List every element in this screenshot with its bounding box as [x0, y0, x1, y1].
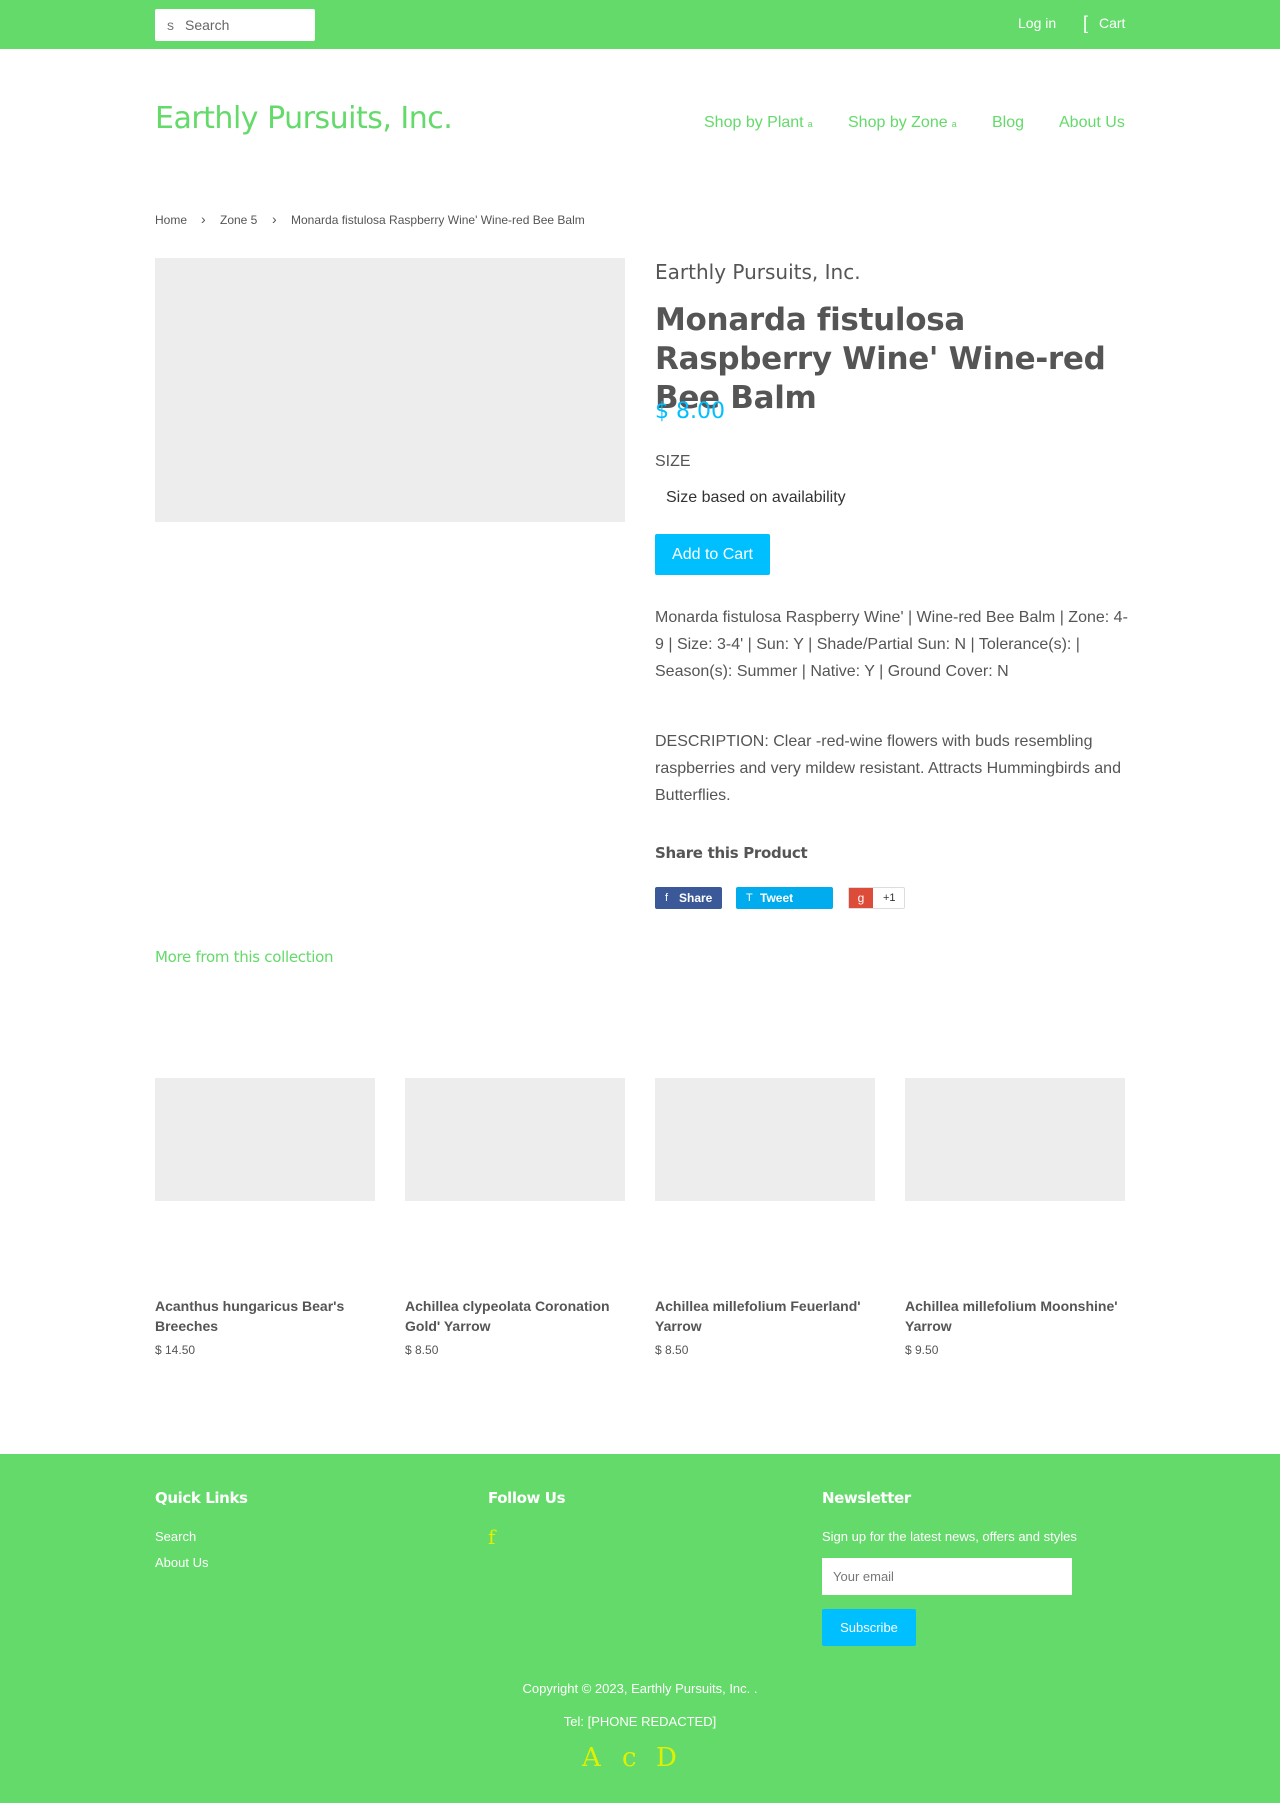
product-vendor: Earthly Pursuits, Inc.	[655, 260, 861, 284]
payment-icon: A	[582, 1743, 601, 1773]
chevron-down-icon: a	[951, 119, 957, 129]
share-label: Share	[679, 891, 713, 905]
breadcrumb-home[interactable]: Home	[155, 213, 187, 227]
subscribe-button[interactable]: Subscribe	[822, 1609, 916, 1646]
plus-one-count: +1	[883, 892, 896, 904]
product-card-price: $ 8.50	[405, 1343, 439, 1357]
product-card-name[interactable]: Achillea clypeolata Coronation Gold' Yar…	[405, 1296, 625, 1336]
google-plus-icon: g	[849, 888, 873, 908]
product-card-image[interactable]	[155, 1078, 375, 1201]
product-card-price: $ 8.50	[655, 1343, 689, 1357]
breadcrumb-zone[interactable]: Zone 5	[220, 213, 257, 227]
newsletter-heading: Newsletter	[822, 1489, 911, 1507]
google-plus-button[interactable]: g +1	[848, 887, 905, 909]
product-summary: Monarda fistulosa Raspberry Wine' | Wine…	[655, 609, 1128, 680]
product-card-name[interactable]: Achillea millefolium Moonshine' Yarrow	[905, 1296, 1125, 1336]
cart-icon[interactable]: [	[1083, 13, 1088, 34]
breadcrumb-separator-icon: ›	[201, 211, 206, 227]
nav-label: Shop by Plant	[704, 114, 804, 131]
product-card-price: $ 14.50	[155, 1343, 196, 1357]
product-card-image[interactable]	[655, 1078, 875, 1201]
facebook-share-button[interactable]: f Share	[655, 887, 722, 909]
chevron-down-icon: a	[807, 119, 813, 129]
payment-icon: c	[622, 1743, 637, 1773]
product-card-image[interactable]	[405, 1078, 625, 1201]
product-card-name[interactable]: Achillea millefolium Feuerland' Yarrow	[655, 1296, 875, 1336]
size-label: SIZE	[655, 453, 691, 470]
product-price: $ 8.00	[655, 399, 725, 424]
share-heading: Share this Product	[655, 844, 808, 862]
search-input[interactable]	[185, 9, 311, 41]
nav-about-us[interactable]: About Us	[1059, 114, 1125, 132]
follow-us-heading: Follow Us	[488, 1489, 566, 1507]
nav-shop-by-plant[interactable]: Shop by Plant a	[704, 114, 813, 132]
phone-number: Tel: [PHONE REDACTED]	[563, 1714, 717, 1729]
footer-link-about-us[interactable]: About Us	[155, 1555, 208, 1570]
size-select[interactable]: Size based on availability	[666, 489, 846, 507]
twitter-icon: T	[746, 892, 753, 904]
payment-icon: D	[656, 1743, 677, 1773]
product-title: Monarda fistulosa Raspberry Wine' Wine-r…	[655, 302, 1106, 416]
product-description: DESCRIPTION: Clear -red-wine flowers wit…	[655, 733, 1121, 804]
twitter-tweet-button[interactable]: T Tweet	[736, 887, 833, 909]
product-card-name[interactable]: Acanthus hungaricus Bear's Breeches	[155, 1296, 375, 1336]
nav-blog[interactable]: Blog	[992, 114, 1024, 132]
footer-link-search[interactable]: Search	[155, 1529, 196, 1544]
nav-label: Shop by Zone	[848, 114, 948, 131]
login-link[interactable]: Log in	[1018, 15, 1056, 31]
product-card-price: $ 9.50	[905, 1343, 939, 1357]
facebook-icon[interactable]: f	[488, 1525, 495, 1549]
search-box[interactable]: s	[155, 9, 315, 41]
product-image[interactable]	[155, 258, 625, 522]
nav-shop-by-zone[interactable]: Shop by Zone a	[848, 114, 957, 132]
breadcrumb-separator-icon: ›	[272, 211, 277, 227]
newsletter-email-field[interactable]	[822, 1558, 1072, 1595]
product-card-image[interactable]	[905, 1078, 1125, 1201]
cart-link[interactable]: Cart	[1099, 15, 1125, 31]
tweet-label: Tweet	[760, 891, 794, 905]
newsletter-text: Sign up for the latest news, offers and …	[822, 1529, 1077, 1544]
add-to-cart-button[interactable]: Add to Cart	[655, 534, 770, 575]
collection-heading: More from this collection	[155, 948, 334, 966]
quick-links-heading: Quick Links	[155, 1489, 248, 1507]
site-logo[interactable]: Earthly Pursuits, Inc.	[155, 101, 453, 136]
copyright: Copyright © 2023, Earthly Pursuits, Inc.…	[522, 1681, 758, 1696]
search-icon[interactable]: s	[167, 17, 174, 33]
breadcrumb-current: Monarda fistulosa Raspberry Wine' Wine-r…	[291, 213, 585, 227]
facebook-icon: f	[665, 892, 669, 904]
